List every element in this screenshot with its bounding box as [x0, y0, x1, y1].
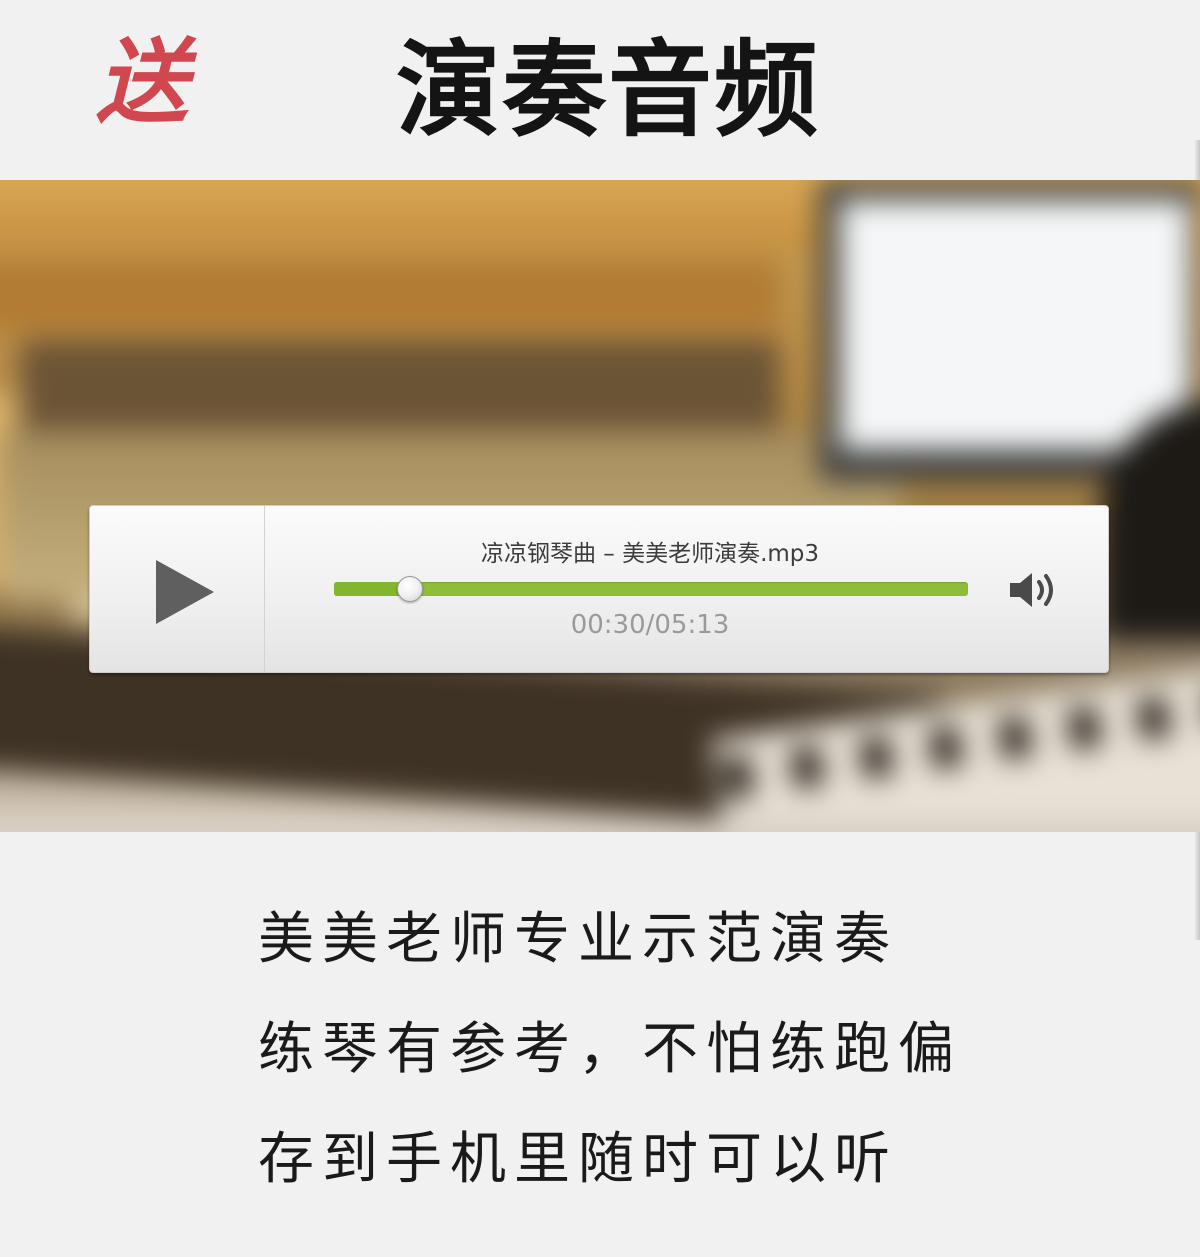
play-area — [90, 506, 265, 672]
speaker-icon — [1010, 573, 1053, 607]
page-title: 演奏音频 — [396, 29, 821, 151]
description-line-1: 美美老师专业示范演奏 — [258, 907, 898, 972]
progress-thumb[interactable] — [396, 576, 423, 602]
progress-bar[interactable] — [334, 576, 968, 602]
play-icon — [156, 560, 214, 624]
audio-player: 凉凉钢琴曲 – 美美老师演奏.mp3 00:30/05:13 — [89, 505, 1109, 673]
time-display: 00:30/05:13 — [570, 610, 730, 640]
description-line-3: 存到手机里随时可以听 — [258, 1127, 898, 1192]
play-button[interactable] — [154, 558, 216, 626]
description-line-2: 练琴有参考，不怕练跑偏 — [258, 1017, 962, 1082]
track-title: 凉凉钢琴曲 – 美美老师演奏.mp3 — [480, 541, 820, 567]
volume-button[interactable] — [1006, 568, 1066, 612]
header: 送 演奏音频 — [0, 0, 1200, 180]
gift-badge: 送 — [96, 28, 189, 136]
